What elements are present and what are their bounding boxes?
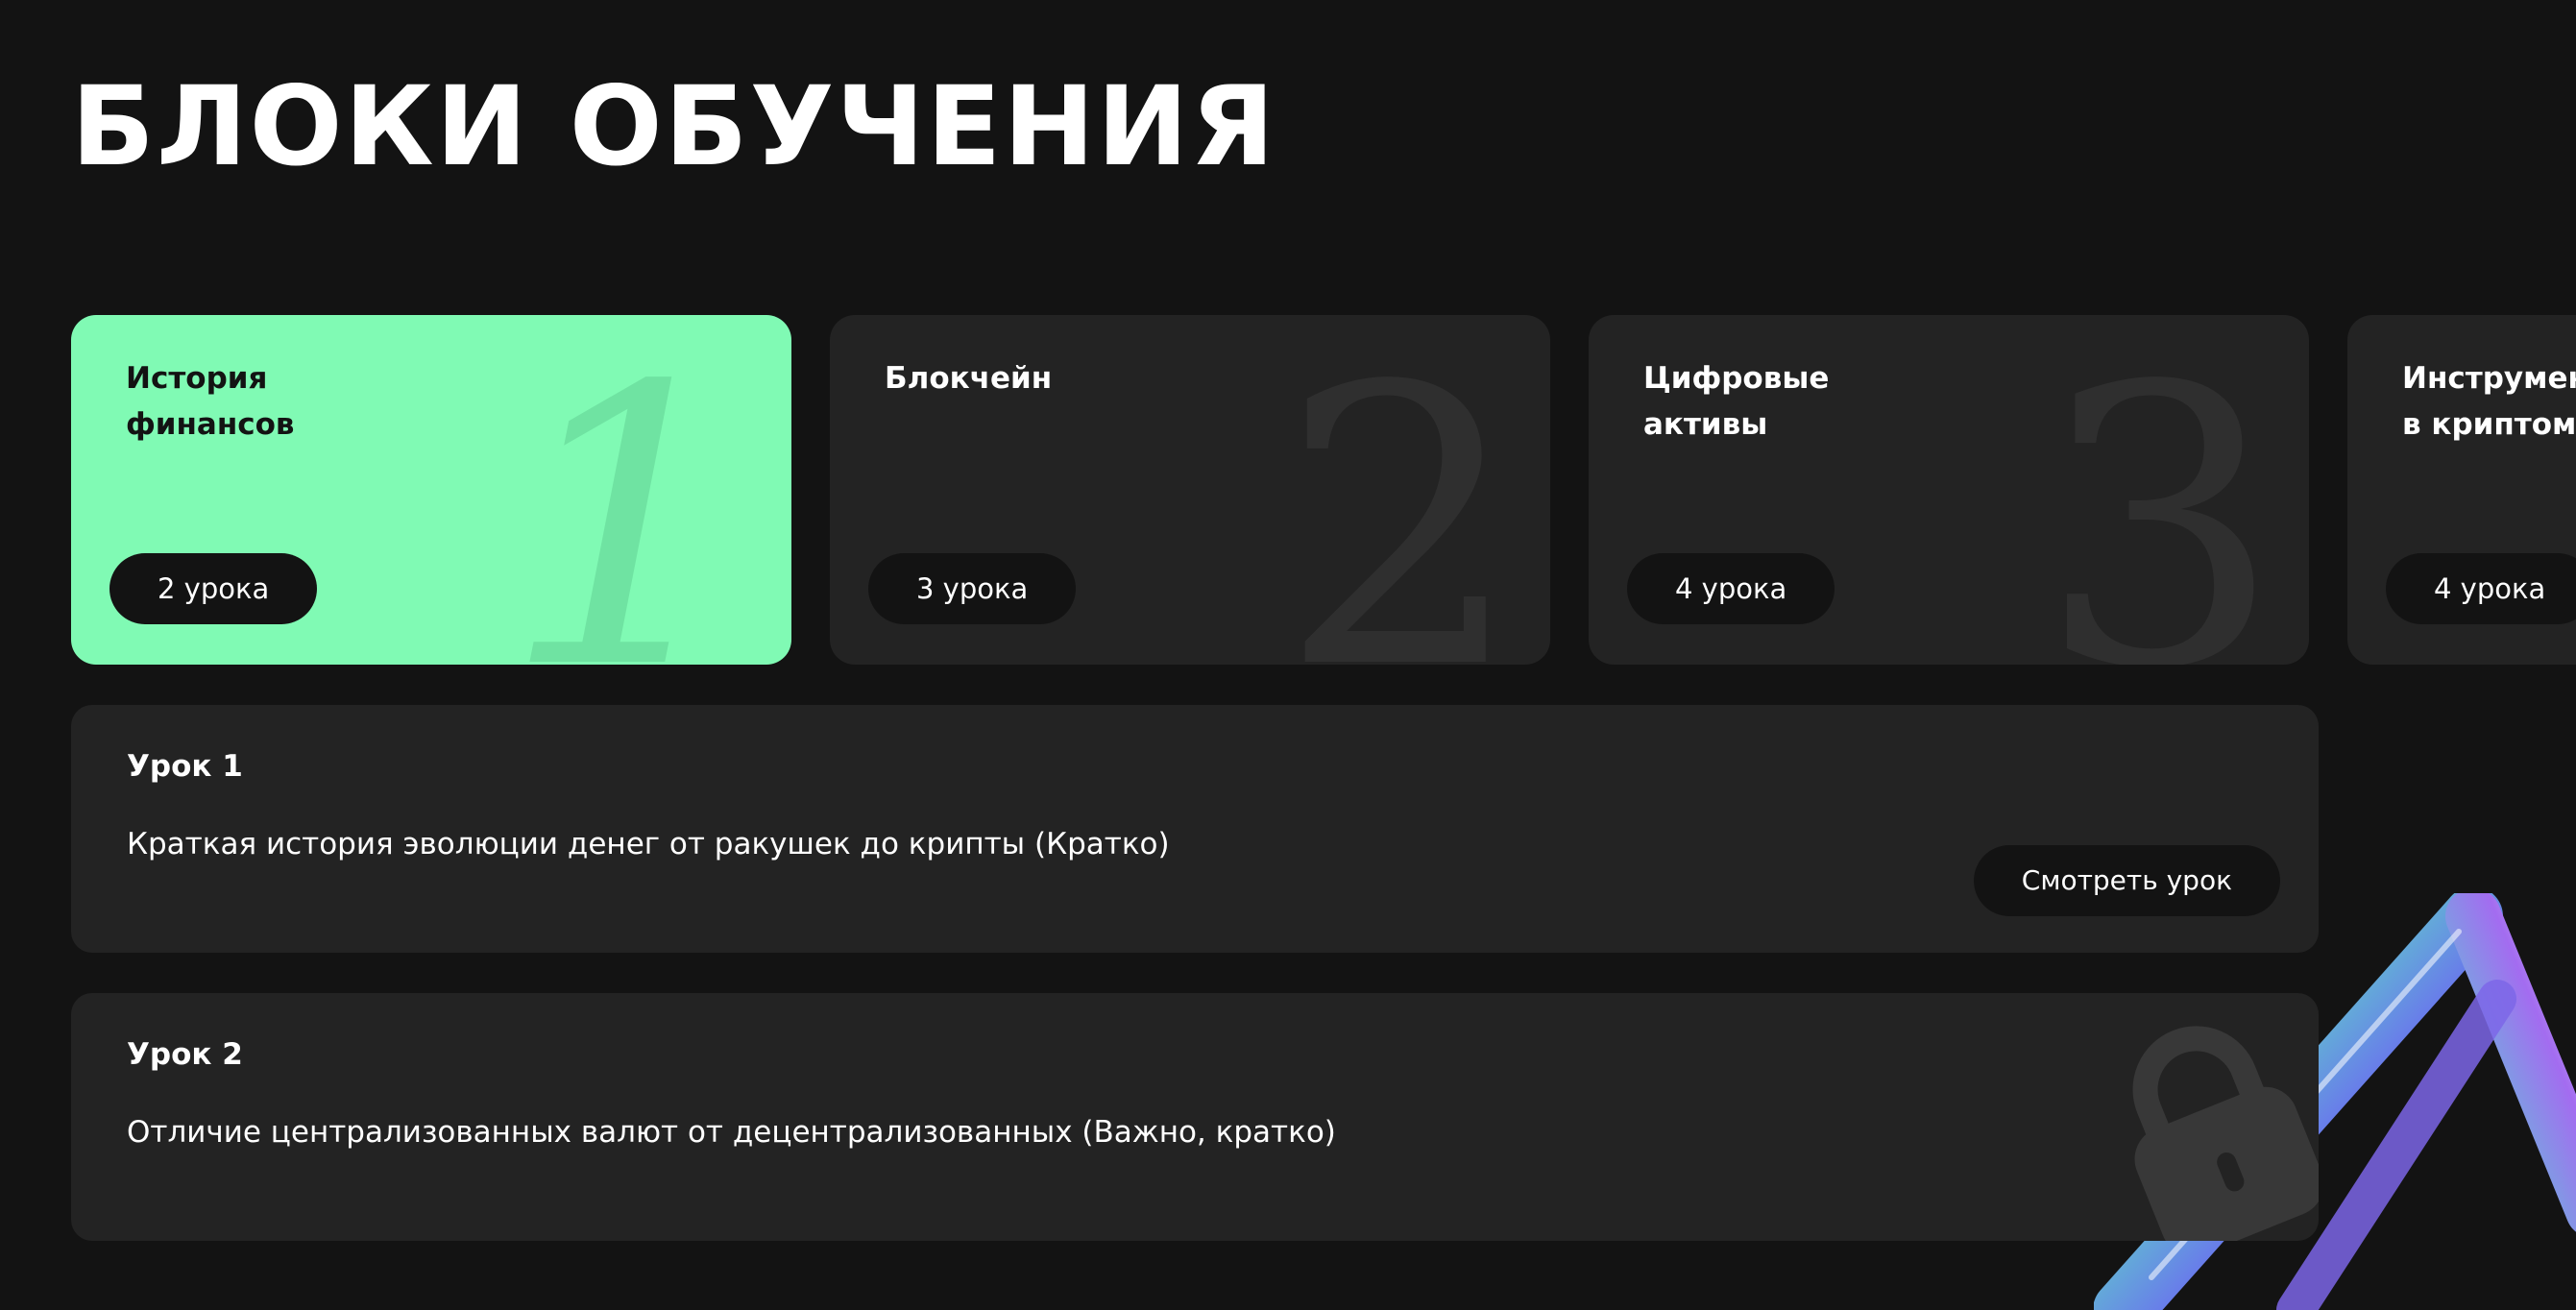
lesson-row-2: Урок 2 Отличие централизованных валют от… xyxy=(71,993,2319,1241)
lesson-title: Урок 1 xyxy=(127,749,243,784)
block-card-1[interactable]: 1 История финансов 2 урока xyxy=(71,315,791,665)
lesson-row-1: Урок 1 Краткая история эволюции денег от… xyxy=(71,705,2319,953)
lesson-description: Краткая история эволюции денег от ракуше… xyxy=(127,827,1170,861)
block-title: Цифровые активы xyxy=(1643,361,1830,442)
block-card-3[interactable]: 3 Цифровые активы 4 урока xyxy=(1589,315,2309,665)
lesson-count-badge: 4 урока xyxy=(2386,553,2576,624)
block-number: 3 xyxy=(2037,315,2283,666)
lesson-count-badge: 3 урока xyxy=(868,553,1077,624)
lesson-title: Урок 2 xyxy=(127,1037,243,1072)
block-number: 1 xyxy=(502,315,748,666)
page: БЛОКИ ОБУЧЕНИЯ 1 История финансов 2 урок… xyxy=(0,0,2576,1310)
block-title: История финансов xyxy=(126,361,295,442)
block-card-4[interactable]: 4 Инструмен в криптоми 4 урока xyxy=(2347,315,2576,665)
block-title: Инструмен в криптоми xyxy=(2402,361,2576,442)
watch-lesson-button[interactable]: Смотреть урок xyxy=(1973,845,2280,916)
lesson-count-badge: 2 урока xyxy=(109,553,318,624)
block-title: Блокчейн xyxy=(885,361,1053,396)
page-title: БЛОКИ ОБУЧЕНИЯ xyxy=(71,62,1277,190)
block-card-2[interactable]: 2 Блокчейн 3 урока xyxy=(830,315,1550,665)
block-number: 2 xyxy=(1278,315,1524,666)
lesson-count-badge: 4 урока xyxy=(1627,553,1835,624)
lesson-description: Отличие централизованных валют от децент… xyxy=(127,1115,1336,1150)
lock-icon xyxy=(2132,1026,2319,1241)
